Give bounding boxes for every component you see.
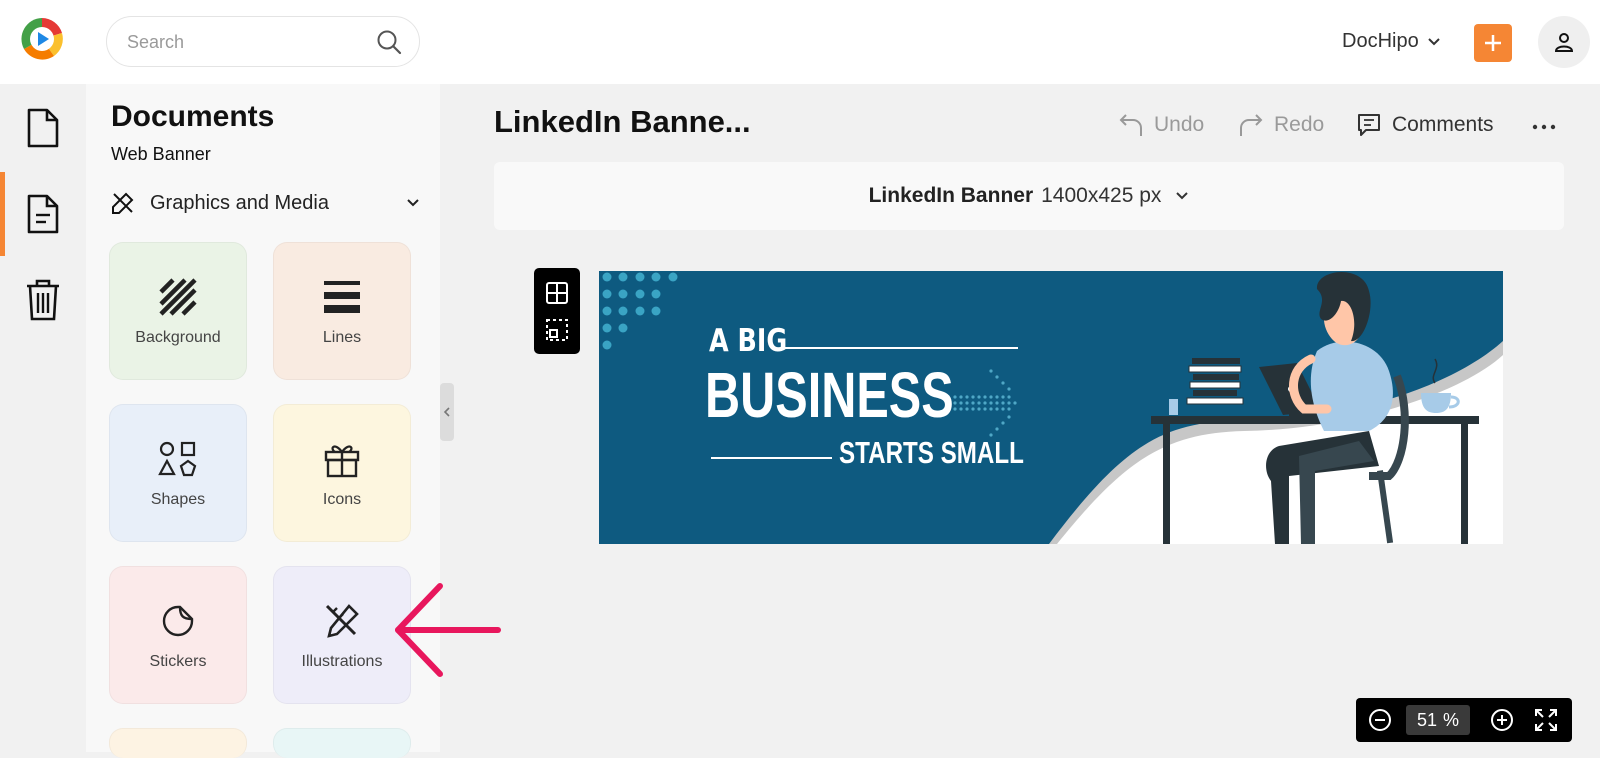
app-logo-icon[interactable] — [18, 15, 66, 63]
redo-icon — [1240, 114, 1263, 136]
tile-background[interactable]: Background — [109, 242, 247, 380]
zoom-unit: % — [1443, 709, 1460, 730]
zoom-out-icon[interactable] — [1368, 708, 1392, 732]
rail-documents[interactable] — [0, 172, 86, 256]
chevron-down-icon — [406, 195, 420, 213]
panel-collapse-handle[interactable] — [440, 383, 454, 441]
left-rail — [0, 84, 86, 752]
zoom-in-icon[interactable] — [1490, 708, 1514, 732]
search-box[interactable] — [106, 16, 420, 67]
create-button[interactable] — [1474, 24, 1512, 62]
zoom-control: 51 % — [1356, 698, 1572, 742]
elements-panel: Documents Web Banner Graphics and Media … — [86, 84, 440, 758]
shapes-icon — [158, 439, 198, 479]
redo-label: Redo — [1274, 113, 1325, 136]
banner-line-2: BUSINESS — [705, 359, 954, 431]
gift-icon — [323, 439, 361, 479]
tile-illustrations[interactable]: Illustrations — [273, 566, 411, 704]
rail-new-document[interactable] — [0, 86, 86, 170]
tile-icons[interactable]: Icons — [273, 404, 411, 542]
search-input[interactable] — [127, 29, 357, 55]
chevron-left-icon — [443, 407, 450, 417]
canvas-tools — [534, 268, 580, 354]
illustration-pen-icon — [323, 601, 361, 641]
undo-label: Undo — [1154, 113, 1205, 136]
sticker-icon — [161, 601, 195, 641]
comment-icon — [1358, 114, 1380, 136]
tile-more-1[interactable] — [109, 728, 247, 758]
rail-trash[interactable] — [0, 258, 86, 342]
top-bar: DocHipo — [0, 0, 1600, 84]
panel-subtitle: Web Banner — [111, 144, 211, 164]
comments-label: Comments — [1392, 113, 1494, 136]
graphics-tools-icon — [112, 192, 134, 214]
chevron-down-icon — [1427, 30, 1441, 53]
user-icon — [1554, 33, 1574, 52]
plus-icon — [1485, 35, 1501, 51]
more-options-button[interactable] — [1532, 112, 1556, 142]
tile-label: Illustrations — [301, 653, 383, 670]
document-size-selector[interactable]: LinkedIn Banner 1400x425 px — [494, 162, 1564, 230]
tile-label: Icons — [322, 491, 362, 508]
undo-button[interactable]: Undo — [1118, 110, 1204, 140]
lines-icon — [323, 277, 361, 317]
panel-title: Documents — [111, 100, 275, 133]
grid-layout-icon[interactable] — [545, 281, 569, 305]
linkedin-banner-canvas[interactable]: A BIG BUSINESS STARTS SMALL — [599, 271, 1503, 544]
banner-line-3: STARTS SMALL — [839, 435, 1024, 470]
banner-line-1: A BIG — [709, 323, 788, 359]
redo-button[interactable]: Redo — [1238, 110, 1324, 140]
search-icon[interactable] — [375, 28, 403, 56]
dot-pattern — [602, 272, 678, 350]
tile-shapes[interactable]: Shapes — [109, 404, 247, 542]
zoom-value: 51 — [1416, 709, 1437, 730]
document-text-icon — [27, 194, 59, 234]
size-dimensions: 1400x425 px — [1041, 184, 1162, 207]
document-title[interactable]: LinkedIn Banne... — [494, 104, 751, 140]
more-horizontal-icon — [1532, 124, 1556, 130]
zoom-value-field[interactable]: 51 % — [1406, 705, 1470, 735]
trash-icon — [27, 279, 59, 321]
tile-stickers[interactable]: Stickers — [109, 566, 247, 704]
fullscreen-icon[interactable] — [1534, 708, 1558, 732]
tile-label: Lines — [322, 329, 362, 346]
workspace-label: DocHipo — [1342, 29, 1419, 52]
tile-label: Stickers — [149, 653, 207, 670]
annotation-arrow-icon — [392, 582, 502, 683]
size-name: LinkedIn Banner — [868, 184, 1034, 207]
category-label: Graphics and Media — [150, 191, 329, 214]
tile-lines[interactable]: Lines — [273, 242, 411, 380]
tile-label: Shapes — [150, 491, 206, 508]
tile-label: Background — [135, 329, 221, 346]
comments-button[interactable]: Comments — [1356, 110, 1494, 140]
chevron-down-icon — [1175, 191, 1189, 201]
workspace-switcher[interactable]: DocHipo — [1342, 26, 1441, 56]
undo-icon — [1119, 114, 1142, 136]
account-button[interactable] — [1538, 16, 1590, 68]
background-pattern-icon — [159, 277, 197, 317]
tile-more-2[interactable] — [273, 728, 411, 758]
category-dropdown[interactable]: Graphics and Media — [110, 188, 420, 218]
document-icon — [27, 108, 59, 148]
select-area-icon[interactable] — [545, 318, 569, 342]
